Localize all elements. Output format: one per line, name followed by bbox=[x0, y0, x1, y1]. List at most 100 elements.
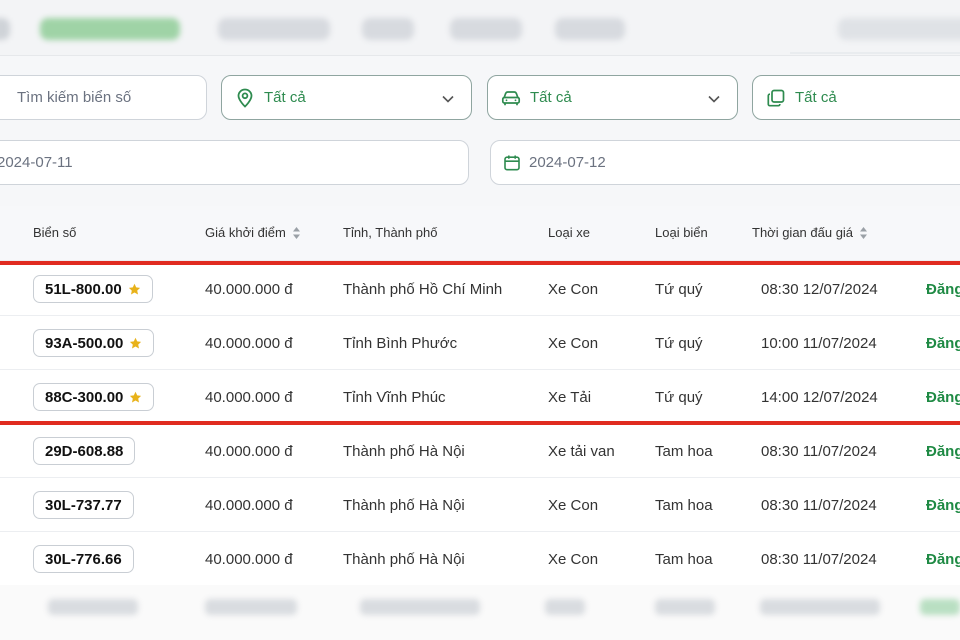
header-province-label: Tỉnh, Thành phố bbox=[343, 225, 438, 240]
auction-table: Biển số Giá khởi điểm Tỉnh, Thành phố Lo… bbox=[0, 206, 960, 640]
plate-number: 88C-300.00 bbox=[45, 388, 124, 406]
province-cell: Thành phố Hồ Chí Minh bbox=[343, 280, 503, 298]
star-icon bbox=[129, 337, 142, 350]
plate-type-select-value: Tất cả bbox=[795, 89, 837, 106]
price-cell: 40.000.000 đ bbox=[205, 496, 293, 514]
plate-cell: 93A-500.00 bbox=[33, 316, 155, 370]
header-vehicle-type: Loại xe bbox=[548, 225, 590, 240]
plate-number: 29D-608.88 bbox=[45, 442, 124, 460]
header-auction-time[interactable]: Thời gian đấu giá bbox=[752, 225, 868, 240]
plate-type-cell: Tứ quý bbox=[655, 388, 703, 406]
car-icon bbox=[501, 89, 521, 107]
plate-number: 51L-800.00 bbox=[45, 280, 122, 298]
plate-badge[interactable]: 30L-737.77 bbox=[33, 491, 134, 519]
search-input[interactable]: Tìm kiếm biển số bbox=[0, 75, 207, 120]
sort-icon[interactable] bbox=[292, 226, 301, 240]
location-pin-icon bbox=[236, 88, 254, 108]
table-row-blurred bbox=[0, 585, 960, 640]
vehicle-type-cell: Xe Con bbox=[548, 496, 599, 514]
province-cell: Tỉnh Bình Phước bbox=[343, 334, 458, 352]
date-from-input[interactable]: 2024-07-11 bbox=[0, 140, 469, 185]
search-placeholder: Tìm kiếm biển số bbox=[17, 89, 132, 106]
tab-blurred[interactable] bbox=[450, 18, 522, 40]
plate-type-cell: Tam hoa bbox=[655, 496, 713, 514]
vehicle-type-select[interactable]: Tất cả bbox=[487, 75, 738, 120]
register-link[interactable]: Đăng bbox=[926, 370, 960, 424]
register-link[interactable]: Đăng bbox=[926, 478, 960, 532]
chevron-down-icon bbox=[441, 92, 455, 109]
plate-cell: 51L-800.00 bbox=[33, 262, 153, 316]
sort-icon[interactable] bbox=[859, 226, 868, 240]
price-cell: 40.000.000 đ bbox=[205, 334, 293, 352]
province-select[interactable]: Tất cả bbox=[221, 75, 472, 120]
province-cell: Thành phố Hà Nội bbox=[343, 496, 465, 514]
plate-type-cell: Tứ quý bbox=[655, 334, 703, 352]
tab-blurred[interactable] bbox=[838, 18, 960, 40]
province-select-value: Tất cả bbox=[264, 89, 306, 106]
plate-type-select[interactable]: Tất cả bbox=[752, 75, 960, 120]
highlight-border-top bbox=[0, 261, 960, 265]
highlight-border-bottom bbox=[0, 421, 960, 425]
plate-badge[interactable]: 88C-300.00 bbox=[33, 383, 155, 411]
plate-type-cell: Tứ quý bbox=[655, 280, 703, 298]
table-row[interactable]: 30L-737.77 40.000.000 đ Thành phố Hà Nội Xe… bbox=[0, 478, 960, 532]
price-cell: 40.000.000 đ bbox=[205, 550, 293, 568]
plate-cell: 88C-300.00 bbox=[33, 370, 155, 424]
table-row[interactable]: 30L-776.66 40.000.000 đ Thành phố Hà Nội Xe… bbox=[0, 532, 960, 586]
date-to-input[interactable]: 2024-07-12 bbox=[490, 140, 960, 185]
divider bbox=[790, 52, 960, 54]
plate-cell: 29D-608.88 bbox=[33, 424, 136, 478]
auction-time-cell: 14:00 12/07/2024 bbox=[761, 388, 878, 406]
register-link[interactable]: Đăng bbox=[926, 262, 960, 316]
plate-number: 93A-500.00 bbox=[45, 334, 124, 352]
plate-type-cell: Tam hoa bbox=[655, 550, 713, 568]
chevron-down-icon bbox=[707, 92, 721, 109]
price-cell: 40.000.000 đ bbox=[205, 280, 293, 298]
header-province: Tỉnh, Thành phố bbox=[343, 225, 437, 240]
register-link[interactable]: Đăng bbox=[926, 424, 960, 478]
price-cell: 40.000.000 đ bbox=[205, 388, 293, 406]
header-auction-time-label: Thời gian đấu giá bbox=[752, 225, 854, 240]
register-link[interactable]: Đăng bbox=[926, 316, 960, 370]
auction-time-cell: 08:30 11/07/2024 bbox=[761, 496, 877, 514]
tab-blurred[interactable] bbox=[362, 18, 414, 40]
plate-cell: 30L-737.77 bbox=[33, 478, 134, 532]
table-row[interactable]: 88C-300.00 40.000.000 đ Tỉnh Vĩnh Phúc Xe T… bbox=[0, 370, 960, 424]
plate-badge[interactable]: 30L-776.66 bbox=[33, 545, 134, 573]
auction-time-cell: 10:00 11/07/2024 bbox=[761, 334, 877, 352]
table-row[interactable]: 51L-800.00 40.000.000 đ Thành phố Hồ Chí M… bbox=[0, 262, 960, 316]
header-price[interactable]: Giá khởi điểm bbox=[205, 225, 301, 240]
vehicle-type-cell: Xe Tải bbox=[548, 388, 592, 406]
tab-blurred[interactable] bbox=[0, 18, 10, 40]
star-icon bbox=[129, 391, 142, 404]
vehicle-type-cell: Xe Con bbox=[548, 280, 599, 298]
register-link[interactable]: Đăng bbox=[926, 532, 960, 586]
province-cell: Tỉnh Vĩnh Phúc bbox=[343, 388, 446, 406]
tab-active-blurred[interactable] bbox=[40, 18, 180, 40]
plate-badge[interactable]: 29D-608.88 bbox=[33, 437, 136, 465]
plate-badge[interactable]: 93A-500.00 bbox=[33, 329, 155, 357]
vehicle-type-cell: Xe tải van bbox=[548, 442, 615, 460]
calendar-icon bbox=[503, 154, 521, 172]
header-plate-label: Biển số bbox=[33, 225, 77, 240]
tab-blurred[interactable] bbox=[218, 18, 330, 40]
date-to-value: 2024-07-12 bbox=[529, 154, 606, 171]
plate-number: 30L-776.66 bbox=[45, 550, 122, 568]
plate-badge[interactable]: 51L-800.00 bbox=[33, 275, 153, 303]
vehicle-type-select-value: Tất cả bbox=[530, 89, 572, 106]
vehicle-type-cell: Xe Con bbox=[548, 334, 599, 352]
header-plate: Biển số bbox=[33, 225, 76, 240]
table-row[interactable]: 29D-608.88 40.000.000 đ Thành phố Hà Nội Xe… bbox=[0, 424, 960, 478]
header-plate-type-label: Loại biển bbox=[655, 225, 708, 240]
price-cell: 40.000.000 đ bbox=[205, 442, 293, 460]
auction-time-cell: 08:30 12/07/2024 bbox=[761, 280, 878, 298]
top-tab-bar bbox=[0, 0, 960, 56]
auction-time-cell: 08:30 11/07/2024 bbox=[761, 442, 877, 460]
plate-number: 30L-737.77 bbox=[45, 496, 122, 514]
table-row[interactable]: 93A-500.00 40.000.000 đ Tỉnh Bình Phước Xe … bbox=[0, 316, 960, 370]
copy-icon bbox=[766, 88, 786, 108]
header-plate-type: Loại biển bbox=[655, 225, 708, 240]
province-cell: Thành phố Hà Nội bbox=[343, 550, 465, 568]
tab-blurred[interactable] bbox=[555, 18, 625, 40]
table-header: Biển số Giá khởi điểm Tỉnh, Thành phố Lo… bbox=[0, 206, 960, 261]
